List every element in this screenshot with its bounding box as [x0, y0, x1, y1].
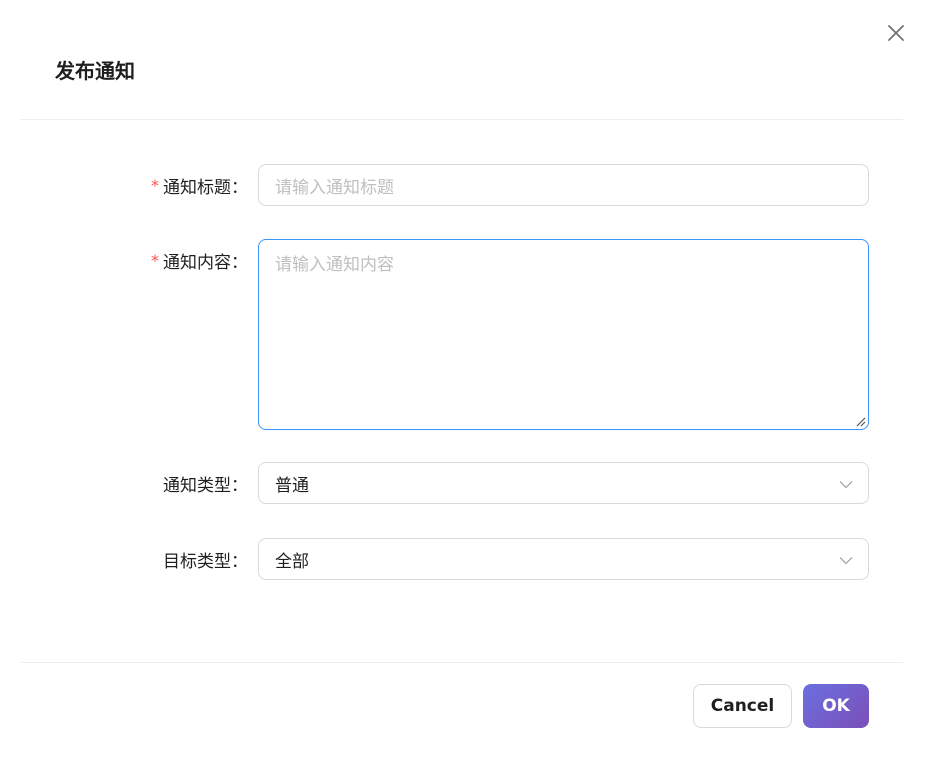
label-colon: ： — [231, 252, 248, 273]
notice-type-label-text: 通知类型 — [163, 475, 231, 496]
required-mark: * — [151, 250, 159, 270]
title-label-text: 通知标题 — [163, 177, 231, 198]
notice-type-value: 普通 — [275, 475, 309, 496]
target-type-label-text: 目标类型 — [163, 551, 231, 572]
content-textarea-placeholder: 请输入通知内容 — [275, 255, 394, 275]
content-label-text: 通知内容 — [163, 252, 231, 273]
cancel-button[interactable]: Cancel — [693, 684, 792, 728]
resize-grip-icon[interactable] — [854, 415, 866, 427]
close-icon — [888, 25, 904, 41]
publish-notice-modal: 发布通知 * 通知标题 ： 请输入通知标题 * 通知内容 ： 请输入通知内容 通… — [0, 0, 929, 770]
label-colon: ： — [231, 475, 248, 496]
label-colon: ： — [231, 551, 248, 572]
target-type-select[interactable]: 全部 — [258, 538, 869, 580]
footer-divider — [21, 662, 903, 663]
content-label: * 通知内容 ： — [151, 239, 248, 281]
ok-button[interactable]: OK — [803, 684, 869, 728]
notice-type-label: 通知类型 ： — [163, 462, 248, 504]
title-label: * 通知标题 ： — [151, 164, 248, 206]
content-textarea[interactable]: 请输入通知内容 — [258, 239, 869, 430]
target-type-value: 全部 — [275, 551, 309, 572]
chevron-down-icon — [839, 557, 853, 565]
notice-type-select[interactable]: 普通 — [258, 462, 869, 504]
header-divider — [21, 119, 903, 120]
title-input[interactable]: 请输入通知标题 — [258, 164, 869, 206]
chevron-down-icon — [839, 481, 853, 489]
required-mark: * — [151, 175, 159, 195]
close-button[interactable] — [884, 21, 908, 45]
label-colon: ： — [231, 177, 248, 198]
title-input-placeholder: 请输入通知标题 — [275, 177, 394, 198]
modal-title: 发布通知 — [55, 59, 135, 83]
target-type-label: 目标类型 ： — [163, 538, 248, 580]
